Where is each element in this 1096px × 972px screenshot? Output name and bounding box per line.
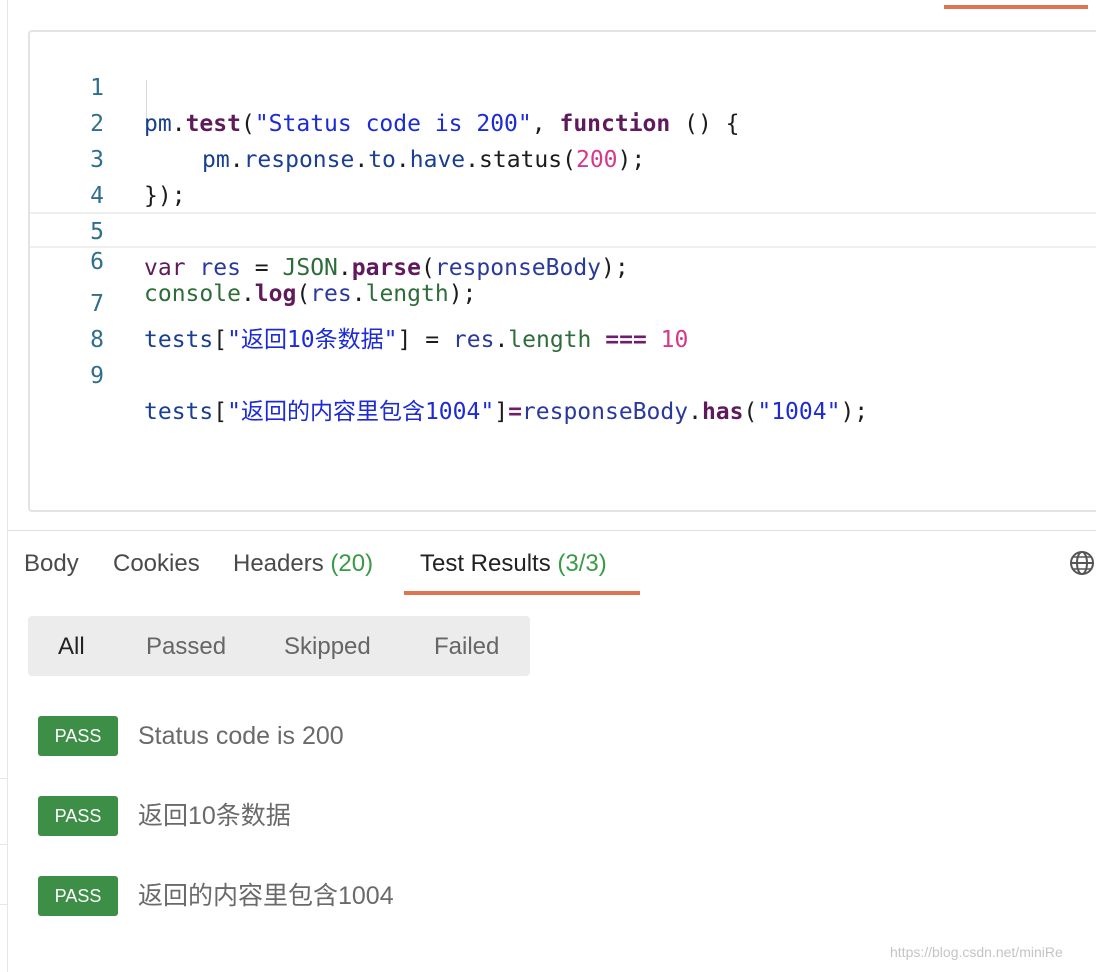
tab-test-results[interactable]: Test Results (3/3) xyxy=(420,544,607,596)
left-panel-edge xyxy=(0,0,8,972)
edge-tick xyxy=(0,904,8,905)
test-name: Status code is 200 xyxy=(138,722,344,750)
headers-count: (20) xyxy=(330,550,374,577)
pass-badge: PASS xyxy=(38,876,118,916)
filter-failed[interactable]: Failed xyxy=(434,616,499,676)
tab-headers[interactable]: Headers (20) xyxy=(233,544,373,596)
code-line[interactable]: 1 pm.test("Status code is 200", function… xyxy=(30,34,1096,137)
tab-cookies[interactable]: Cookies xyxy=(113,544,200,596)
selected-tab-underline xyxy=(404,591,640,595)
test-name: 返回的内容里包含1004 xyxy=(138,882,394,910)
pass-badge: PASS xyxy=(38,796,118,836)
tests-script-editor[interactable]: 1 pm.test("Status code is 200", function… xyxy=(28,30,1096,512)
pass-badge: PASS xyxy=(38,716,118,756)
filter-all[interactable]: All xyxy=(58,616,85,676)
edge-tick xyxy=(0,844,8,845)
panel-divider xyxy=(8,530,1096,531)
code-line[interactable]: 9 tests["返回的内容里包含1004"]=responseBody.has… xyxy=(30,322,1096,425)
code-line[interactable]: 3 }); xyxy=(30,106,1096,209)
code-text: tests["返回的内容里包含1004"]=responseBody.has("… xyxy=(144,399,869,425)
code-line-active[interactable]: 6 console.log(res.length); xyxy=(30,212,1096,307)
code-line[interactable]: 8 xyxy=(30,286,1096,353)
code-line[interactable]: 5 var res = JSON.parse(responseBody); xyxy=(30,178,1096,281)
result-filter-group: All Passed Skipped Failed xyxy=(28,616,530,676)
filter-passed[interactable]: Passed xyxy=(146,616,226,676)
watermark: https://blog.csdn.net/miniRe xyxy=(890,944,1063,960)
test-name: 返回10条数据 xyxy=(138,802,291,830)
code-line[interactable]: 7 tests["返回10条数据"] = res.length === 10 xyxy=(30,250,1096,353)
edge-tick xyxy=(0,778,8,779)
globe-icon[interactable] xyxy=(1068,548,1096,578)
code-line[interactable]: 2 pm.response.to.have.status(200); xyxy=(30,70,1096,173)
line-number: 9 xyxy=(90,363,104,389)
tab-body[interactable]: Body xyxy=(24,544,79,596)
code-line[interactable]: 4 xyxy=(30,142,1096,209)
test-results-count: (3/3) xyxy=(557,550,607,577)
filter-skipped[interactable]: Skipped xyxy=(284,616,371,676)
active-tab-indicator xyxy=(944,5,1088,9)
